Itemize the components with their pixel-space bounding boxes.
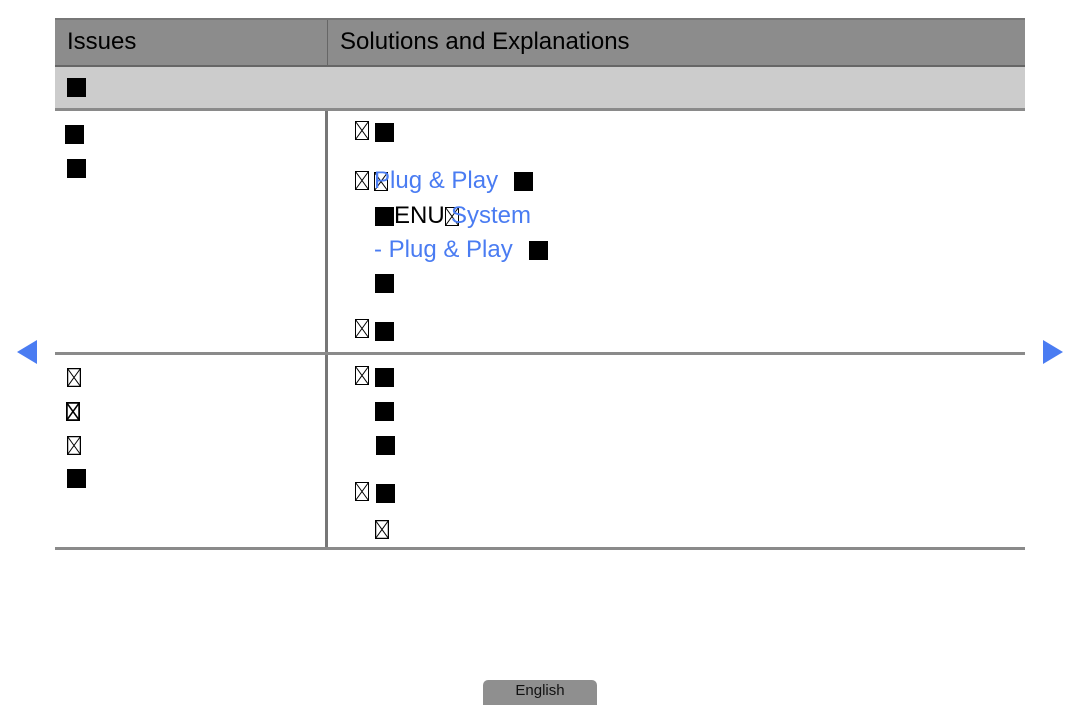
section-title-row	[55, 67, 1025, 111]
plug-and-play-path-link[interactable]: - Plug & Play	[374, 236, 513, 264]
language-tab[interactable]: English	[483, 680, 597, 705]
missing-glyph-block	[514, 172, 533, 191]
missing-glyph-x	[67, 436, 81, 455]
missing-glyph-block	[375, 207, 394, 226]
missing-glyph-block	[375, 274, 394, 293]
missing-glyph-block	[67, 78, 86, 97]
issue-cell	[55, 111, 328, 352]
header-issues: Issues	[55, 20, 328, 65]
missing-glyph-x	[355, 482, 369, 501]
missing-glyph-block	[375, 123, 394, 142]
troubleshooting-table: Issues Solutions and Explanations Plug &…	[55, 18, 1025, 550]
next-page-arrow-icon[interactable]	[1043, 340, 1063, 364]
missing-glyph-block	[375, 402, 394, 421]
missing-glyph-block	[67, 159, 86, 178]
missing-glyph-x	[355, 121, 369, 140]
table-row: Plug & Play ENU System - Plug & Play	[55, 111, 1025, 355]
missing-glyph-block	[376, 436, 395, 455]
missing-glyph-block	[65, 125, 84, 144]
missing-glyph-block	[375, 368, 394, 387]
missing-glyph-x	[375, 520, 389, 539]
missing-glyph-block	[67, 469, 86, 488]
missing-glyph-block	[375, 322, 394, 341]
missing-glyph-x	[355, 366, 369, 385]
missing-glyph-x	[66, 402, 80, 421]
issue-cell	[55, 355, 328, 547]
missing-glyph-x	[355, 319, 369, 338]
table-row	[55, 355, 1025, 550]
menu-label: ENU	[394, 202, 445, 229]
missing-glyph-block	[376, 484, 395, 503]
header-solutions: Solutions and Explanations	[340, 28, 630, 55]
previous-page-arrow-icon[interactable]	[17, 340, 37, 364]
solution-cell	[328, 355, 1025, 547]
missing-glyph-block	[529, 241, 548, 260]
table-header: Issues Solutions and Explanations	[55, 18, 1025, 67]
missing-glyph-x	[355, 171, 369, 190]
system-link[interactable]: System	[451, 202, 531, 230]
missing-glyph-x	[67, 368, 81, 387]
solution-cell: Plug & Play ENU System - Plug & Play	[328, 111, 1025, 352]
plug-and-play-link[interactable]: Plug & Play	[374, 167, 498, 195]
